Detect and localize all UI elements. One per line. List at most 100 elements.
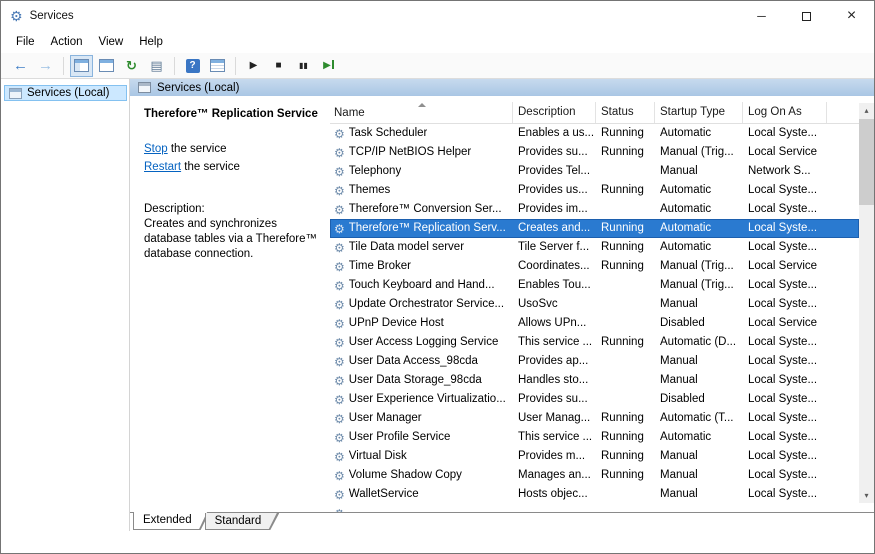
cell-startup: Manual xyxy=(655,162,743,181)
table-row[interactable]: ⚙WalletServiceHosts objec...ManualLocal … xyxy=(330,485,859,504)
pause-service-icon: ▮▮ xyxy=(299,62,308,70)
toolbar-separator xyxy=(174,57,175,75)
cell-name: ⚙User Experience Virtualizatio... xyxy=(330,390,513,409)
result-pane-body: Therefore™ Replication Service Stop the … xyxy=(130,96,874,512)
table-row[interactable]: ⚙User Data Storage_98cdaHandles sto...Ma… xyxy=(330,371,859,390)
selected-service-title: Therefore™ Replication Service xyxy=(144,108,320,120)
column-header-logon[interactable]: Log On As xyxy=(743,102,827,123)
refresh-button[interactable]: ↻ xyxy=(120,55,143,77)
cell-startup: Disabled xyxy=(655,390,743,409)
tab-label: Extended xyxy=(133,512,210,528)
table-row[interactable]: ⚙User ManagerUser Manag...RunningAutomat… xyxy=(330,409,859,428)
restart-service-link[interactable]: Restart xyxy=(144,161,181,173)
table-row[interactable]: ⚙Update Orchestrator Service...UsoSvcMan… xyxy=(330,295,859,314)
cell-startup: Automatic xyxy=(655,219,743,238)
table-row[interactable]: ⚙User Profile ServiceThis service ...Run… xyxy=(330,428,859,447)
service-gear-icon: ⚙ xyxy=(334,166,345,178)
cell-startup: Automatic xyxy=(655,124,743,143)
column-header-startup[interactable]: Startup Type xyxy=(655,102,743,123)
forward-button[interactable]: → xyxy=(34,55,57,77)
cell-name: ⚙Virtual Disk xyxy=(330,447,513,466)
table-row[interactable]: ⚙Therefore™ Replication Serv...Creates a… xyxy=(330,219,859,238)
cell-description: Enables a us... xyxy=(513,124,596,143)
cell-description: Provides su... xyxy=(513,143,596,162)
table-row[interactable]: ⚙Tile Data model serverTile Server f...R… xyxy=(330,238,859,257)
export-list-button[interactable]: ▤ xyxy=(145,55,168,77)
table-row[interactable]: ⚙Virtual DiskProvides m...RunningManualL… xyxy=(330,447,859,466)
vertical-scrollbar[interactable]: ▴ ▾ xyxy=(859,103,874,503)
cell-startup: Manual xyxy=(655,447,743,466)
table-row[interactable]: ⚙TelephonyProvides Tel...ManualNetwork S… xyxy=(330,162,859,181)
table-row[interactable]: ⚙Volume Shadow CopyManages an...RunningM… xyxy=(330,466,859,485)
cell-startup: Automatic xyxy=(655,200,743,219)
cell-name: ⚙Volume Shadow Copy xyxy=(330,466,513,485)
service-gear-icon: ⚙ xyxy=(334,204,345,216)
restart-service-button[interactable]: ▶ xyxy=(317,55,340,77)
start-service-button[interactable]: ▶ xyxy=(242,55,265,77)
cell-startup: Manual (Trig... xyxy=(655,143,743,162)
cell-logon: Local Syste... xyxy=(743,333,827,352)
cell-name: ⚙User Profile Service xyxy=(330,428,513,447)
help-button[interactable]: ? xyxy=(181,55,204,77)
cell-name: ⚙Tile Data model server xyxy=(330,238,513,257)
close-button[interactable]: × xyxy=(829,1,874,31)
stop-service-link[interactable]: Stop xyxy=(144,143,168,155)
tab-label: Standard xyxy=(205,513,280,529)
properties-button[interactable] xyxy=(95,55,118,77)
minimize-button[interactable]: ─ xyxy=(739,1,784,31)
stop-service-button[interactable]: ■ xyxy=(267,55,290,77)
services-table: NameDescriptionStatusStartup TypeLog On … xyxy=(330,96,859,512)
service-gear-icon: ⚙ xyxy=(334,451,345,463)
table-header-row: NameDescriptionStatusStartup TypeLog On … xyxy=(330,102,859,124)
cell-description: Hosts objec... xyxy=(513,485,596,504)
cell-description: Provides su... xyxy=(513,390,596,409)
table-row[interactable]: ⚙User Data Access_98cdaProvides ap...Man… xyxy=(330,352,859,371)
column-header-description[interactable]: Description xyxy=(513,102,596,123)
menu-view[interactable]: View xyxy=(91,32,132,52)
services-app-icon: ⚙ xyxy=(10,9,23,23)
cell-logon: Local Syste... xyxy=(743,466,827,485)
restart-service-icon: ▶ xyxy=(323,60,334,71)
service-gear-icon: ⚙ xyxy=(334,147,345,159)
table-row[interactable]: ⚙UPnP Device HostAllows UPn...DisabledLo… xyxy=(330,314,859,333)
cell-status: Running xyxy=(596,257,655,276)
cell-name: ⚙TCP/IP NetBIOS Helper xyxy=(330,143,513,162)
table-row-partial: ⚙ xyxy=(330,504,859,512)
column-header-status[interactable]: Status xyxy=(596,102,655,123)
cell-logon: Local Syste... xyxy=(743,390,827,409)
service-action-links: Stop the service Restart the service xyxy=(144,140,320,176)
cell-status: Running xyxy=(596,219,655,238)
close-icon: × xyxy=(847,8,856,24)
back-button[interactable]: ← xyxy=(9,55,32,77)
scrollbar-thumb[interactable] xyxy=(859,119,874,205)
table-row[interactable]: ⚙Task SchedulerEnables a us...RunningAut… xyxy=(330,124,859,143)
maximize-button[interactable] xyxy=(784,1,829,31)
pause-service-button[interactable]: ▮▮ xyxy=(292,55,315,77)
view-tabs: ExtendedStandard xyxy=(130,512,874,531)
menu-help[interactable]: Help xyxy=(131,32,171,52)
tree-item-services-local[interactable]: Services (Local) xyxy=(4,85,127,101)
tab-standard[interactable]: Standard xyxy=(205,513,280,530)
service-gear-icon: ⚙ xyxy=(334,489,345,501)
cell-startup: Disabled xyxy=(655,314,743,333)
table-row[interactable]: ⚙ThemesProvides us...RunningAutomaticLoc… xyxy=(330,181,859,200)
menu-file[interactable]: File xyxy=(8,32,43,52)
tab-extended[interactable]: Extended xyxy=(133,512,210,530)
table-row[interactable]: ⚙Time BrokerCoordinates...RunningManual … xyxy=(330,257,859,276)
main-pane: Services (Local) Therefore™ Replication … xyxy=(130,79,874,531)
menu-action[interactable]: Action xyxy=(43,32,91,52)
scroll-down-button[interactable]: ▾ xyxy=(859,488,874,503)
properties-window-button[interactable] xyxy=(206,55,229,77)
scroll-up-button[interactable]: ▴ xyxy=(859,103,874,118)
show-console-tree-button[interactable] xyxy=(70,55,93,77)
properties-icon xyxy=(99,59,114,72)
table-row[interactable]: ⚙User Experience Virtualizatio...Provide… xyxy=(330,390,859,409)
table-row[interactable]: ⚙Touch Keyboard and Hand...Enables Tou..… xyxy=(330,276,859,295)
cell-name: ⚙Therefore™ Conversion Ser... xyxy=(330,200,513,219)
table-row[interactable]: ⚙User Access Logging ServiceThis service… xyxy=(330,333,859,352)
table-row[interactable]: ⚙TCP/IP NetBIOS HelperProvides su...Runn… xyxy=(330,143,859,162)
export-list-icon: ▤ xyxy=(150,59,162,72)
cell-logon: Local Syste... xyxy=(743,295,827,314)
table-row[interactable]: ⚙Therefore™ Conversion Ser...Provides im… xyxy=(330,200,859,219)
service-gear-icon: ⚙ xyxy=(334,242,345,254)
